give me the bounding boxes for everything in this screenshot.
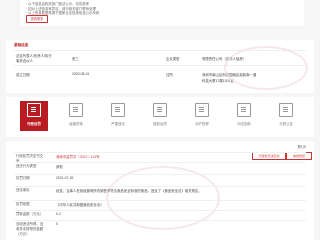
detail-key: 处罚依据 <box>16 202 30 206</box>
tab-1[interactable]: 经营异常 <box>62 101 90 131</box>
document-icon <box>279 103 293 117</box>
tab-label: 严重违法 <box>111 122 125 126</box>
tab-6[interactable]: 欠税公告 <box>272 101 300 131</box>
row-divider <box>14 162 306 163</box>
detail-key: 罚款金额（万元） <box>16 212 44 216</box>
detail-key: 违法事实 <box>16 188 30 192</box>
established-label: 成立日期 <box>16 73 30 77</box>
notice-line-1: · 以下信息由相关部门依法公示，仅供参考 <box>26 2 90 6</box>
basic-info-title: 基础信息 <box>14 43 29 47</box>
tab-label: 行政处罚 <box>27 122 41 126</box>
detail-value: 0 <box>56 222 58 226</box>
detail-key: 没收违法所得、没收非法财物的金额（万元） <box>16 222 44 236</box>
tab-label: 经营异常 <box>69 122 83 126</box>
page-indicator: 第1页 <box>297 145 306 149</box>
penalty-document-button[interactable]: 行政处罚决定书 <box>252 152 286 160</box>
penalty-detail-card: 第1页 行政处罚决定书 信用修复 行政处罚决定书文号 深南市监罚字〔2021〕11… <box>6 141 314 240</box>
row-divider <box>14 200 306 201</box>
tab-5[interactable]: 司法协助 <box>230 101 258 131</box>
document-icon <box>27 103 41 117</box>
row-divider <box>14 174 306 175</box>
document-icon <box>111 103 125 117</box>
detail-key: 违法行为类型 <box>16 164 37 168</box>
document-icon <box>153 103 167 117</box>
more-button[interactable]: 查看更多 <box>26 15 48 23</box>
detail-value: 0.2 <box>56 212 61 216</box>
detail-value: 深南市监罚字〔2021〕113号 <box>56 155 100 159</box>
detail-value: 2021-07-26 <box>56 176 74 180</box>
legal-rep-label: 法定代表人/负责人/执行事务合伙人 <box>16 54 52 63</box>
credit-repair-button[interactable]: 信用修复 <box>286 152 312 160</box>
row-divider <box>14 220 306 221</box>
detail-value: 经查，当事人在其经营场所内销售不符合食品安全标准的食品，违反了《食品安全法》相关… <box>56 189 202 193</box>
row-divider <box>14 152 306 153</box>
company-type-label: 企业类型 <box>166 57 180 61</box>
established-value: 2020-08-01 <box>72 72 90 76</box>
tab-2[interactable]: 严重违法 <box>104 101 132 131</box>
legal-rep-value: 张三 <box>72 57 79 61</box>
document-icon <box>237 103 251 117</box>
notice-panel: · 以下信息由相关部门依法公示，仅供参考 · 如对上述信息有异议，请与相关部门联… <box>20 0 304 26</box>
document-icon <box>195 103 209 117</box>
tab-label: 欠税公告 <box>279 122 293 126</box>
tab-4[interactable]: 动产抵押 <box>188 101 216 131</box>
watermark-seal <box>224 46 308 90</box>
detail-value: 其他 <box>56 165 63 169</box>
tab-label: 司法协助 <box>237 122 251 126</box>
detail-value: 《中华人民共和国食品安全法》 <box>56 203 104 207</box>
basic-info-card: 基础信息 法定代表人/负责人/执行事务合伙人 张三 企业类型 有限责任公司（自然… <box>6 40 314 93</box>
tab-0[interactable]: 行政处罚 <box>20 101 48 131</box>
row-divider <box>14 210 306 211</box>
row-divider <box>14 186 306 187</box>
address-label: 住所 <box>166 73 173 77</box>
detail-key: 处罚日期 <box>16 176 30 180</box>
tab-3[interactable]: 股权出质 <box>146 101 174 131</box>
document-icon <box>69 103 83 117</box>
category-tabs: 行政处罚 经营异常 严重违法 股权出质 动产抵押 司法协助 欠税公告 <box>6 97 314 137</box>
tab-label: 动产抵押 <box>195 122 209 126</box>
tab-label: 股权出质 <box>153 122 167 126</box>
